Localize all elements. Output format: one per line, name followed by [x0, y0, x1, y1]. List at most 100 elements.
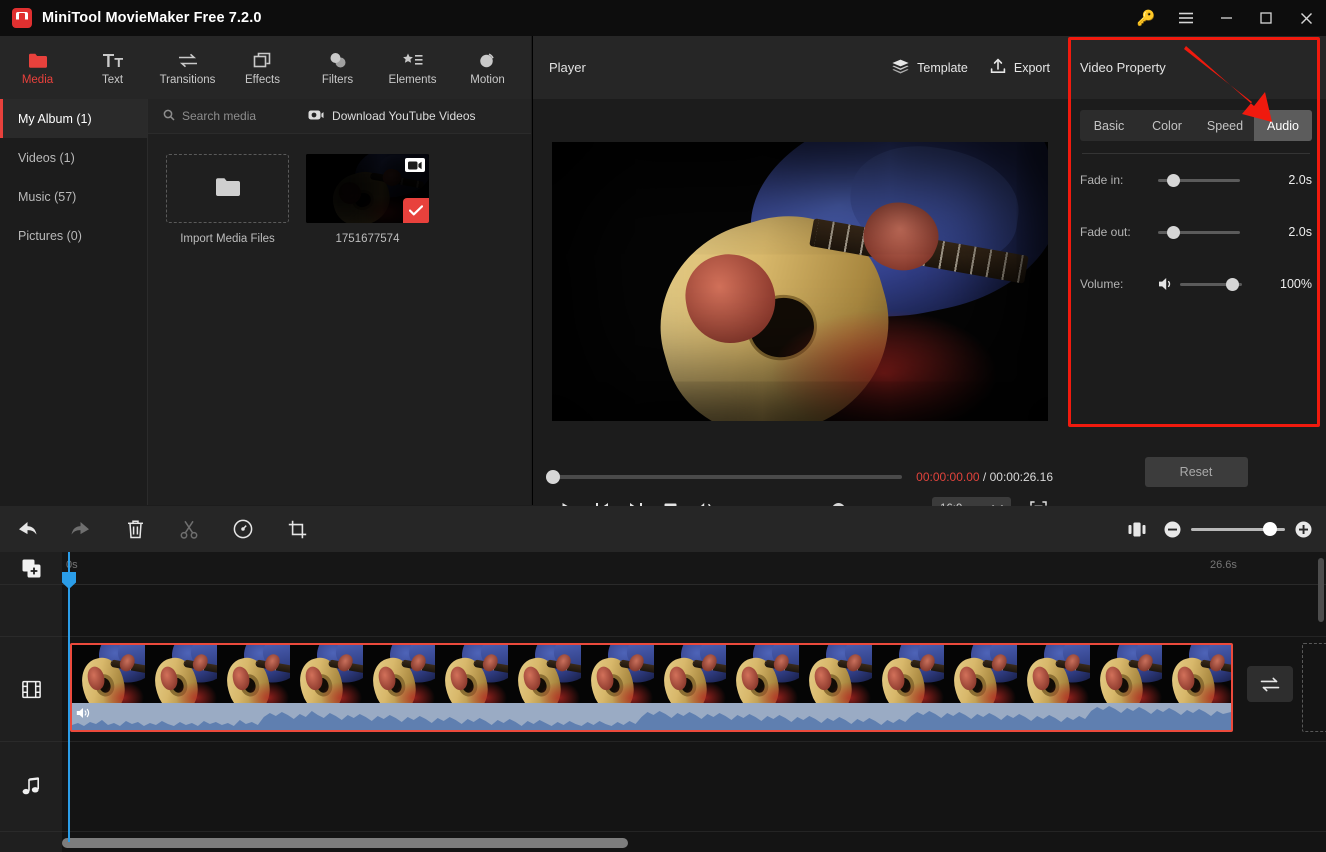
youtube-download-icon: [308, 109, 324, 124]
waveform-graph: [72, 706, 1231, 730]
reset-button[interactable]: Reset: [1144, 456, 1248, 487]
video-property-panel: Video Property Basic Color Speed Audio F…: [1066, 36, 1326, 505]
fade-out-slider[interactable]: [1158, 225, 1240, 239]
delete-button[interactable]: [108, 506, 162, 552]
timeline-zoom-slider[interactable]: [1191, 521, 1285, 536]
clip-thumbnail-frame: [72, 645, 145, 703]
download-youtube-button[interactable]: Download YouTube Videos: [308, 109, 476, 124]
volume-value: 100%: [1280, 277, 1312, 291]
volume-slider[interactable]: [1180, 277, 1242, 291]
media-grid: Import Media Files 1751677574: [148, 134, 531, 245]
speaker-icon[interactable]: [1158, 277, 1180, 291]
timeline-zoom-handle[interactable]: [1263, 521, 1277, 536]
nav-label: Motion: [470, 74, 505, 86]
clip-thumbnail-frame: [1162, 645, 1231, 703]
ruler-end-label: 26.6s: [1210, 559, 1237, 571]
clip-drop-zone[interactable]: [1302, 643, 1326, 732]
minimize-icon[interactable]: [1206, 0, 1246, 36]
clip-thumbnail-frame: [798, 645, 872, 703]
track-overlay[interactable]: [62, 585, 1326, 637]
transitions-icon: [177, 49, 199, 69]
media-browser: Search media Download YouTube Videos Imp…: [148, 99, 531, 505]
app-logo-icon: [12, 8, 32, 28]
hamburger-menu-icon[interactable]: [1166, 0, 1206, 36]
music-note-icon[interactable]: [0, 742, 62, 832]
seek-slider[interactable]: [546, 470, 903, 484]
player-panel: Player Template Export 00:00:00.00 / 00:…: [532, 36, 1067, 522]
fade-in-slider[interactable]: [1158, 173, 1240, 187]
tab-speed[interactable]: Speed: [1196, 110, 1254, 141]
nav-item-filters[interactable]: Filters: [300, 36, 375, 99]
track-video[interactable]: [62, 637, 1326, 742]
video-clip[interactable]: [70, 643, 1233, 732]
nav-label: Media: [21, 74, 54, 86]
nav-label: Filters: [321, 74, 354, 86]
crop-button[interactable]: [270, 506, 324, 552]
track-audio[interactable]: [62, 742, 1326, 832]
volume-handle[interactable]: [1226, 277, 1239, 291]
film-strip-icon[interactable]: [0, 637, 62, 742]
tab-label: Color: [1152, 118, 1182, 133]
transition-button[interactable]: [1247, 666, 1293, 702]
template-button[interactable]: Template: [892, 59, 968, 77]
tab-basic[interactable]: Basic: [1080, 110, 1138, 141]
maximize-icon[interactable]: [1246, 0, 1286, 36]
nav-item-elements[interactable]: Elements: [375, 36, 450, 99]
nav-item-motion[interactable]: Motion: [450, 36, 525, 99]
search-input[interactable]: Search media: [163, 109, 256, 124]
import-media-button[interactable]: [166, 154, 289, 223]
clip-thumbnails: [72, 645, 1231, 703]
media-item[interactable]: 1751677574: [306, 154, 429, 245]
add-media-icon[interactable]: [0, 552, 62, 585]
zoom-in-button[interactable]: [1295, 521, 1312, 538]
timeline-scroll-area: [0, 834, 1326, 852]
category-music[interactable]: Music (57): [0, 177, 147, 216]
media-thumbnail[interactable]: [306, 154, 429, 223]
tab-color[interactable]: Color: [1138, 110, 1196, 141]
zoom-to-fit-icon[interactable]: [1110, 506, 1164, 552]
split-button[interactable]: [162, 506, 216, 552]
player-header-actions: Template Export: [892, 58, 1050, 77]
category-videos[interactable]: Videos (1): [0, 138, 147, 177]
effects-icon: [253, 49, 273, 69]
timeline-tracks: [62, 585, 1326, 852]
key-icon[interactable]: 🔑: [1126, 0, 1166, 36]
reset-label: Reset: [1179, 464, 1213, 479]
video-preview[interactable]: [552, 142, 1048, 421]
nav-item-media[interactable]: Media: [0, 36, 75, 99]
tab-audio[interactable]: Audio: [1254, 110, 1312, 141]
export-button[interactable]: Export: [990, 58, 1050, 77]
nav-item-effects[interactable]: Effects: [225, 36, 300, 99]
timeline-playhead[interactable]: [62, 552, 76, 842]
fade-out-handle[interactable]: [1167, 225, 1180, 239]
nav-item-transitions[interactable]: Transitions: [150, 36, 225, 99]
time-separator: /: [979, 470, 990, 484]
tab-label: Speed: [1206, 118, 1244, 133]
seek-handle[interactable]: [546, 470, 560, 484]
speed-button[interactable]: [216, 506, 270, 552]
media-item-name: 1751677574: [335, 233, 400, 245]
volume-label: Volume:: [1080, 277, 1124, 291]
nav-item-text[interactable]: Text: [75, 36, 150, 99]
timeline-ruler[interactable]: 0s 26.6s: [62, 552, 1326, 585]
main-nav: Media Text Transitions Effects Filters E…: [0, 36, 531, 99]
media-panel: My Album (1) Videos (1) Music (57) Pictu…: [0, 99, 531, 505]
zoom-out-button[interactable]: [1164, 521, 1181, 538]
timecode-display: 00:00:00.00 / 00:00:26.16: [916, 470, 1053, 484]
undo-button[interactable]: [0, 506, 54, 552]
download-youtube-label: Download YouTube Videos: [332, 109, 476, 123]
clip-mute-icon[interactable]: [76, 707, 91, 719]
fade-in-handle[interactable]: [1167, 173, 1180, 187]
category-my-album[interactable]: My Album (1): [0, 99, 147, 138]
timeline-horizontal-scrollbar[interactable]: [62, 838, 628, 848]
redo-button[interactable]: [54, 506, 108, 552]
timeline-area: 0s 26.6s: [0, 552, 1326, 852]
close-icon[interactable]: [1286, 0, 1326, 36]
filters-icon: [328, 49, 348, 69]
timeline-vertical-scrollbar[interactable]: [1318, 558, 1324, 622]
nav-label: Elements: [388, 74, 437, 86]
clip-thumbnail-frame: [217, 645, 291, 703]
category-pictures[interactable]: Pictures (0): [0, 216, 147, 255]
clip-thumbnail-frame: [871, 645, 945, 703]
reset-area: Reset: [1066, 438, 1326, 505]
